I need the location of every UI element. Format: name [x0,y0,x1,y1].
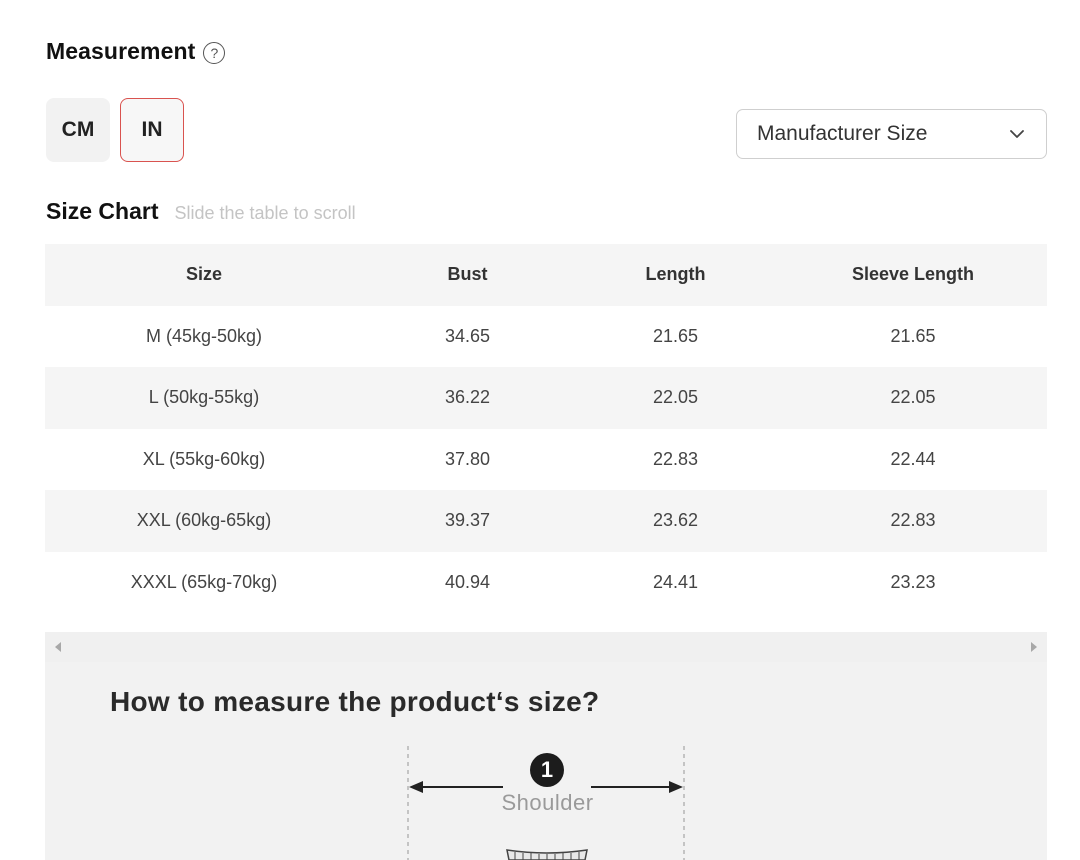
table-cell-sleeve-length: 22.44 [890,448,936,469]
table-cell-length: 22.83 [652,448,699,469]
table-cell-length: 23.62 [572,490,779,552]
unit-cm-button[interactable]: CM [46,98,110,162]
table-cell-bust: 39.37 [363,490,572,552]
column-header-size: Size [45,244,363,306]
table-cell-size: L (50kg-55kg) [45,367,363,429]
table-cell-size: M (45kg-50kg) [145,325,263,346]
column-header-sleeve-length: Sleeve Length [779,244,1047,306]
scroll-hint: Slide the table to scroll [174,203,356,223]
table-cell-bust: 34.65 [444,325,491,346]
table-cell-length: 24.41 [652,571,699,592]
size-chart-table[interactable]: Size Bust Length Sleeve Length M (45kg-5… [45,244,1047,613]
table-cell-length: 21.65 [652,325,699,346]
size-guide-page: Measurement ? CM IN Manufacturer Size Si… [0,0,1080,860]
size-type-dropdown[interactable]: Manufacturer Size [736,109,1047,159]
size-chart-header: Size Chart Slide the table to scroll [46,198,356,225]
table-cell-bust: 36.22 [363,367,572,429]
column-header-length: Length [572,244,779,306]
table-cell-sleeve-length: 23.23 [890,571,936,592]
size-chart-title: Size Chart [46,198,159,224]
unit-toggle: CM IN [46,98,184,162]
table-cell-size: XL (55kg-60kg) [142,448,266,469]
table-row: XXL (60kg-65kg) 39.37 23.62 22.83 [45,490,1047,552]
scroll-left-icon[interactable] [55,642,61,652]
table-row: M (45kg-50kg) 34.65 21.65 21.65 [45,306,1047,368]
table-cell-sleeve-length: 22.83 [779,490,1047,552]
table-cell-sleeve-length: 21.65 [890,325,936,346]
table-cell-bust: 37.80 [444,448,491,469]
table-cell-size: XXXL (65kg-70kg) [130,571,278,592]
table-cell-size: XXL (60kg-65kg) [45,490,363,552]
measure-guide-panel: How to measure the product‘s size? 1 Sho… [45,662,1047,860]
table-row: XL (55kg-60kg) 37.80 22.83 22.44 [45,429,1047,491]
unit-in-button[interactable]: IN [120,98,184,162]
table-row: XXXL (65kg-70kg) 40.94 24.41 23.23 [45,552,1047,614]
step-number-badge: 1 [530,753,564,787]
shoulder-measure-illustration: 1 Shoulder [405,746,690,860]
column-header-bust: Bust [363,244,572,306]
chevron-down-icon [1010,130,1024,138]
scroll-right-icon[interactable] [1031,642,1037,652]
table-horizontal-scrollbar[interactable] [45,632,1047,662]
measurement-header: Measurement ? [46,38,226,65]
table-cell-length: 22.05 [572,367,779,429]
shoulder-label: Shoulder [501,790,594,815]
measurement-title: Measurement [46,38,196,64]
table-cell-sleeve-length: 22.05 [779,367,1047,429]
table-row: L (50kg-55kg) 36.22 22.05 22.05 [45,367,1047,429]
step-number: 1 [540,757,554,782]
help-icon[interactable]: ? [203,41,226,64]
table-cell-bust: 40.94 [444,571,491,592]
size-type-value: Manufacturer Size [757,122,928,145]
table-header-row: Size Bust Length Sleeve Length [45,244,1047,306]
measure-guide-title: How to measure the product‘s size? [110,686,600,717]
